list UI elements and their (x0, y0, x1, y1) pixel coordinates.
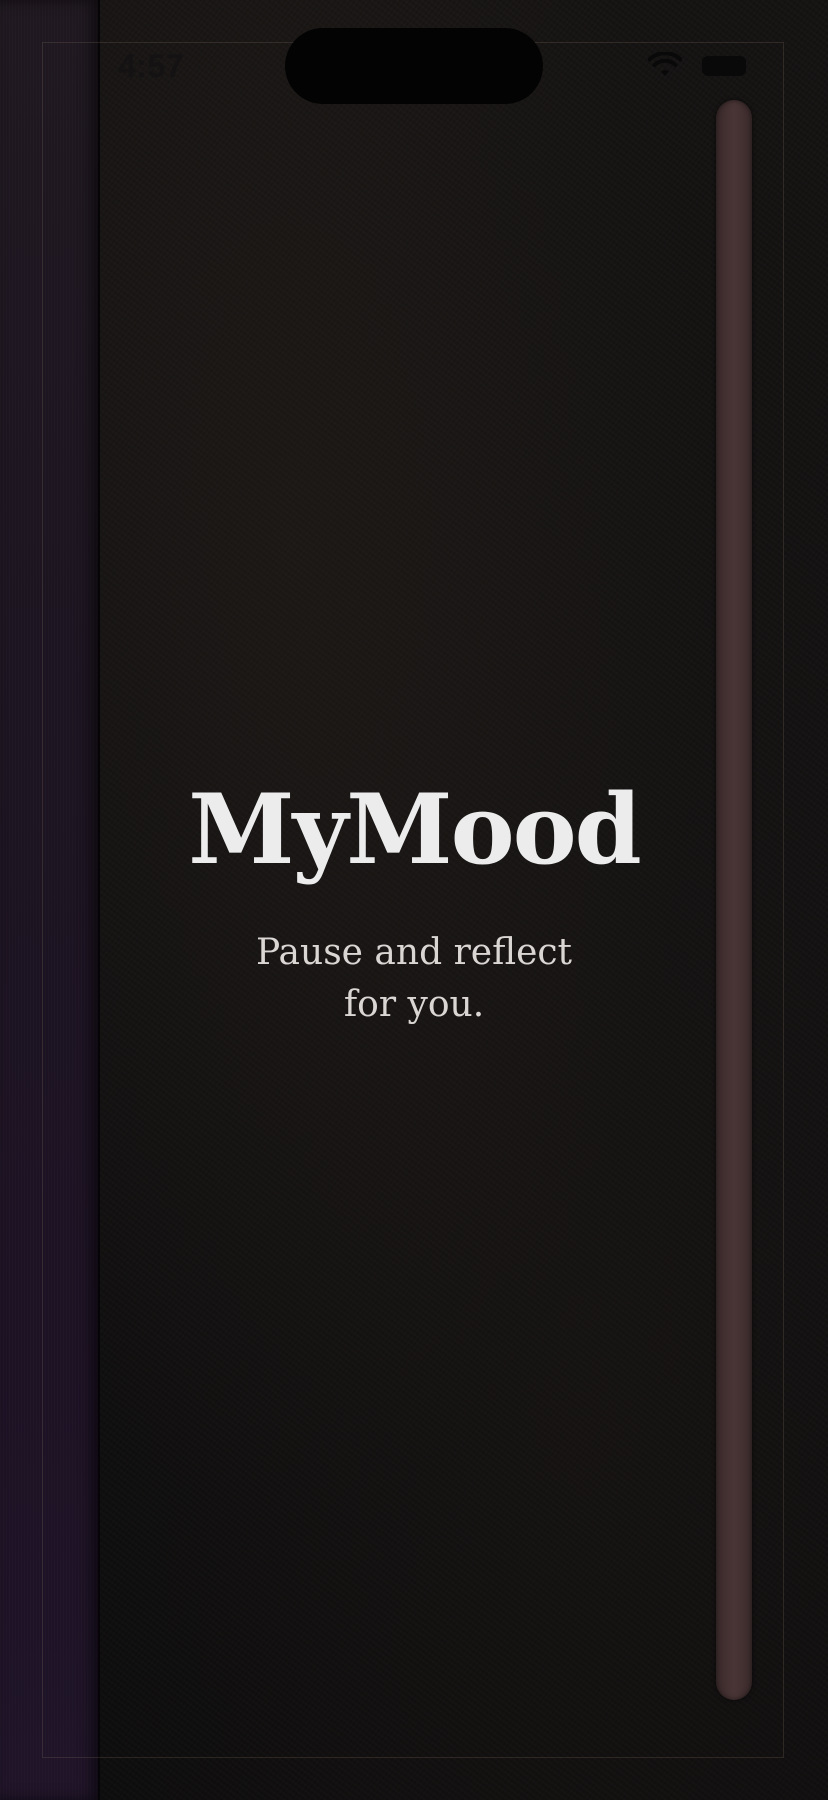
wifi-icon (648, 52, 682, 76)
splash-content: MyMood Pause and reflect for you. (100, 775, 728, 1031)
tagline: Pause and reflect for you. (100, 927, 728, 1031)
app-title: MyMood (188, 773, 642, 886)
status-bar: 4:57 (0, 0, 828, 110)
tagline-line-1: Pause and reflect (255, 932, 573, 973)
book-spine (0, 0, 100, 1800)
splash-screen: 4:57 MyMood Pause and reflect for you. (0, 0, 828, 1800)
battery-icon (702, 56, 746, 76)
dynamic-island (285, 28, 543, 104)
tagline-line-2: for you. (343, 984, 485, 1025)
status-time: 4:57 (118, 48, 185, 84)
